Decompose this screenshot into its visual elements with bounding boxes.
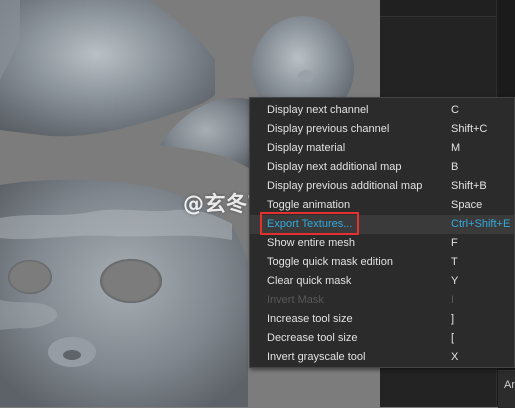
side-panel-header (380, 0, 515, 17)
menu-item[interactable]: Display next additional map B (250, 158, 514, 177)
menu-item-shortcut: X (451, 351, 459, 363)
annotation-highlight-box (260, 212, 359, 235)
menu-item[interactable]: Toggle quick mask edition T (250, 253, 514, 272)
menu-item-shortcut: [ (451, 332, 455, 344)
menu-item-label: Show entire mesh (267, 237, 356, 249)
menu-item-label: Display previous channel (267, 123, 390, 135)
menu-item-shortcut: Ctrl+Shift+E (451, 218, 511, 230)
menu-item-label: Invert Mask (267, 294, 324, 306)
menu-item: Invert Mask I (250, 291, 514, 310)
menu-item-label: Decrease tool size (267, 332, 358, 344)
side-panel-label: An (504, 379, 515, 391)
menu-item-shortcut: Y (451, 275, 459, 287)
menu-item-label: Display next channel (267, 104, 369, 116)
menu-item[interactable]: Invert grayscale tool X (250, 348, 514, 367)
menu-item[interactable]: Display material M (250, 139, 514, 158)
menu-item-label: Display previous additional map (267, 180, 423, 192)
menu-item-label: Display next additional map (267, 161, 402, 173)
menu-item-shortcut: C (451, 104, 459, 116)
menu-item[interactable]: Display previous additional map Shift+B (250, 177, 514, 196)
menu-item-shortcut: Shift+B (451, 180, 487, 192)
menu-item[interactable]: Display next channel C (250, 101, 514, 120)
menu-item-label: Toggle quick mask edition (267, 256, 393, 268)
menu-item[interactable]: Display previous channel Shift+C (250, 120, 514, 139)
menu-item-label: Clear quick mask (267, 275, 352, 287)
menu-item-shortcut: T (451, 256, 458, 268)
menu-item-shortcut: F (451, 237, 458, 249)
menu-item[interactable]: Decrease tool size [ (250, 329, 514, 348)
menu-item-shortcut: Shift+C (451, 123, 488, 135)
mask-eye-hole-left (8, 260, 52, 294)
menu-item-shortcut: B (451, 161, 459, 173)
menu-item-shortcut: ] (451, 313, 455, 325)
menu-item-label: Display material (267, 142, 346, 154)
menu-item-shortcut: I (451, 294, 455, 306)
menu-item[interactable]: Show entire mesh F (250, 234, 514, 253)
menu-item[interactable]: Increase tool size] (250, 310, 514, 329)
menu-item-label: Increase tool size (267, 313, 353, 325)
mask-eye-hole-right (100, 259, 162, 303)
menu-item-shortcut: Space (451, 199, 483, 211)
menu-item[interactable]: Clear quick mask Y (250, 272, 514, 291)
menu-item-shortcut: M (451, 142, 461, 154)
menu-item-label: Invert grayscale tool (267, 351, 366, 363)
